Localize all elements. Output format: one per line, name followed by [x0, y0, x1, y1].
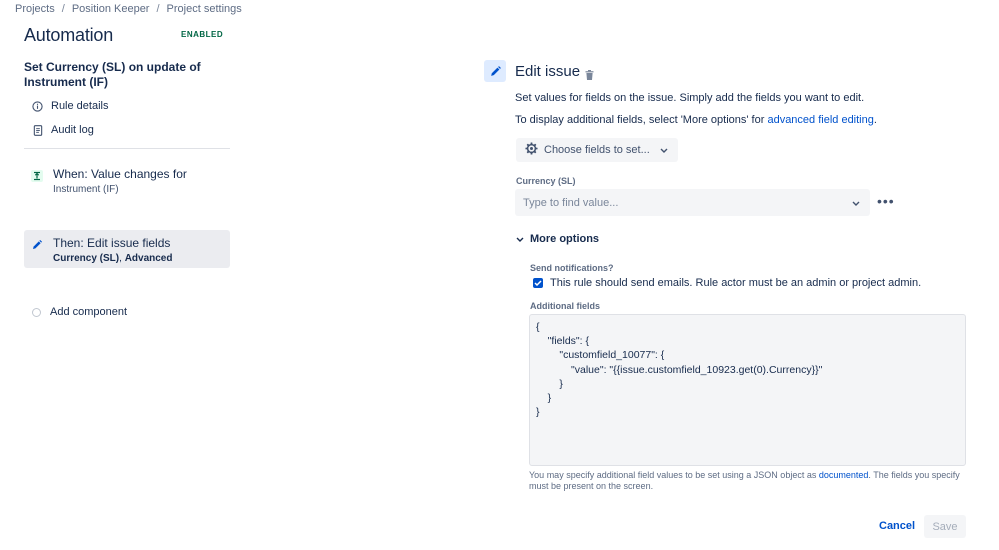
audit-log-label: Audit log: [51, 124, 94, 136]
rule-details-link[interactable]: Rule details: [32, 100, 108, 112]
breadcrumb-projects[interactable]: Projects: [15, 3, 55, 15]
currency-placeholder: Type to find value...: [523, 196, 619, 209]
audit-log-link[interactable]: Audit log: [32, 124, 94, 136]
additional-fields-help: You may specify additional field values …: [529, 470, 969, 492]
currency-field-label: Currency (SL): [516, 176, 576, 186]
send-notifications-text: This rule should send emails. Rule actor…: [550, 277, 922, 289]
breadcrumb-separator: /: [156, 3, 160, 15]
trash-icon[interactable]: [585, 67, 594, 85]
breadcrumb-project-settings[interactable]: Project settings: [167, 3, 242, 15]
action-field-advanced: Advanced: [124, 253, 173, 264]
more-options-toggle[interactable]: More options: [516, 233, 599, 245]
trigger-component[interactable]: When: Value changes for Instrument (IF): [24, 161, 230, 203]
add-component-button[interactable]: Add component: [32, 306, 127, 318]
breadcrumb-position-keeper[interactable]: Position Keeper: [72, 3, 150, 15]
add-circle-icon: [32, 307, 41, 317]
send-notifications-label: Send notifications?: [530, 263, 614, 273]
additional-fields-editor[interactable]: { "fields": { "customfield_10077": { "va…: [529, 314, 966, 466]
action-component[interactable]: Then: Edit issue fields Currency (SL), A…: [24, 230, 230, 268]
chevron-down-icon: [852, 197, 860, 209]
page-title: Automation: [24, 25, 114, 45]
send-notifications-checkbox[interactable]: [533, 278, 543, 288]
edit-issue-icon: [484, 60, 506, 82]
currency-select[interactable]: Type to find value...: [515, 189, 870, 216]
trigger-subtitle: Instrument (IF): [53, 184, 119, 195]
add-component-label: Add component: [50, 306, 128, 318]
status-badge: ENABLED: [181, 30, 224, 39]
panel-description: Set values for fields on the issue. Simp…: [515, 92, 865, 104]
panel-advanced-hint: To display additional fields, select 'Mo…: [515, 114, 877, 126]
cancel-button[interactable]: Cancel: [879, 520, 915, 532]
more-actions-icon[interactable]: •••: [877, 193, 895, 209]
more-options-label: More options: [530, 233, 600, 245]
help-text: You may specify additional field values …: [529, 470, 819, 480]
rule-title: Set Currency (SL) on update of Instrumen…: [24, 60, 201, 89]
trigger-title: When: Value changes for: [53, 167, 187, 181]
additional-fields-json: { "fields": { "customfield_10077": { "va…: [536, 321, 823, 419]
choose-fields-label: Choose fields to set...: [544, 144, 650, 156]
choose-fields-button[interactable]: Choose fields to set...: [516, 138, 678, 162]
documented-link[interactable]: documented: [819, 470, 869, 480]
divider: [24, 148, 230, 149]
value-change-icon: [31, 169, 43, 182]
chevron-down-icon: [660, 144, 668, 156]
breadcrumb: Projects / Position Keeper / Project setting…: [15, 3, 242, 15]
gear-icon: [525, 142, 538, 158]
panel-title: Edit issue: [515, 63, 581, 80]
action-subtitle: Currency (SL), Advanced: [53, 252, 172, 266]
additional-fields-label: Additional fields: [530, 301, 601, 311]
chevron-down-icon: [516, 233, 524, 245]
save-button[interactable]: Save: [924, 515, 966, 538]
info-icon: [32, 100, 43, 112]
advanced-hint-suffix: .: [873, 114, 877, 126]
rule-details-label: Rule details: [51, 100, 109, 112]
document-icon: [32, 124, 43, 136]
advanced-field-editing-link[interactable]: advanced field editing: [767, 114, 873, 126]
breadcrumb-separator: /: [61, 3, 65, 15]
pencil-icon: [31, 238, 43, 250]
action-title: Then: Edit issue fields: [53, 236, 171, 250]
advanced-hint-text: To display additional fields, select 'Mo…: [515, 114, 768, 126]
action-field-currency: Currency (SL): [53, 253, 120, 264]
